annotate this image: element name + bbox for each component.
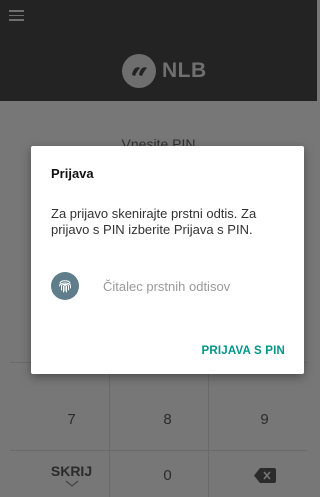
brand-name: NLB bbox=[162, 59, 207, 82]
nlb-logo: NLB bbox=[122, 54, 207, 88]
pin-keypad: 7 8 9 SKRIJ 0 bbox=[10, 362, 307, 497]
hide-keypad-label: SKRIJ bbox=[50, 462, 93, 479]
backspace-icon bbox=[253, 467, 276, 483]
fingerprint-reader-label: Čitalec prstnih odtisov bbox=[103, 279, 231, 294]
key-0[interactable]: 0 bbox=[120, 451, 215, 497]
key-7[interactable]: 7 bbox=[24, 395, 119, 443]
key-8[interactable]: 8 bbox=[120, 395, 215, 443]
backspace-button[interactable] bbox=[217, 451, 312, 497]
menu-icon[interactable] bbox=[9, 10, 24, 21]
dialog-message: Za prijavo skenirajte prstni odtis. Za p… bbox=[51, 206, 257, 237]
login-with-pin-button[interactable]: PRIJAVA S PIN bbox=[201, 345, 285, 357]
app-header: NLB bbox=[0, 0, 317, 101]
hide-keypad-button[interactable]: SKRIJ bbox=[24, 451, 119, 497]
nlb-logo-mark-icon bbox=[122, 54, 156, 88]
key-9[interactable]: 9 bbox=[217, 395, 312, 443]
fingerprint-icon bbox=[51, 272, 79, 300]
dialog-title: Prijava bbox=[51, 166, 94, 181]
login-dialog: Prijava Za prijavo skenirajte prstni odt… bbox=[31, 146, 304, 374]
chevron-down-icon bbox=[65, 480, 78, 487]
